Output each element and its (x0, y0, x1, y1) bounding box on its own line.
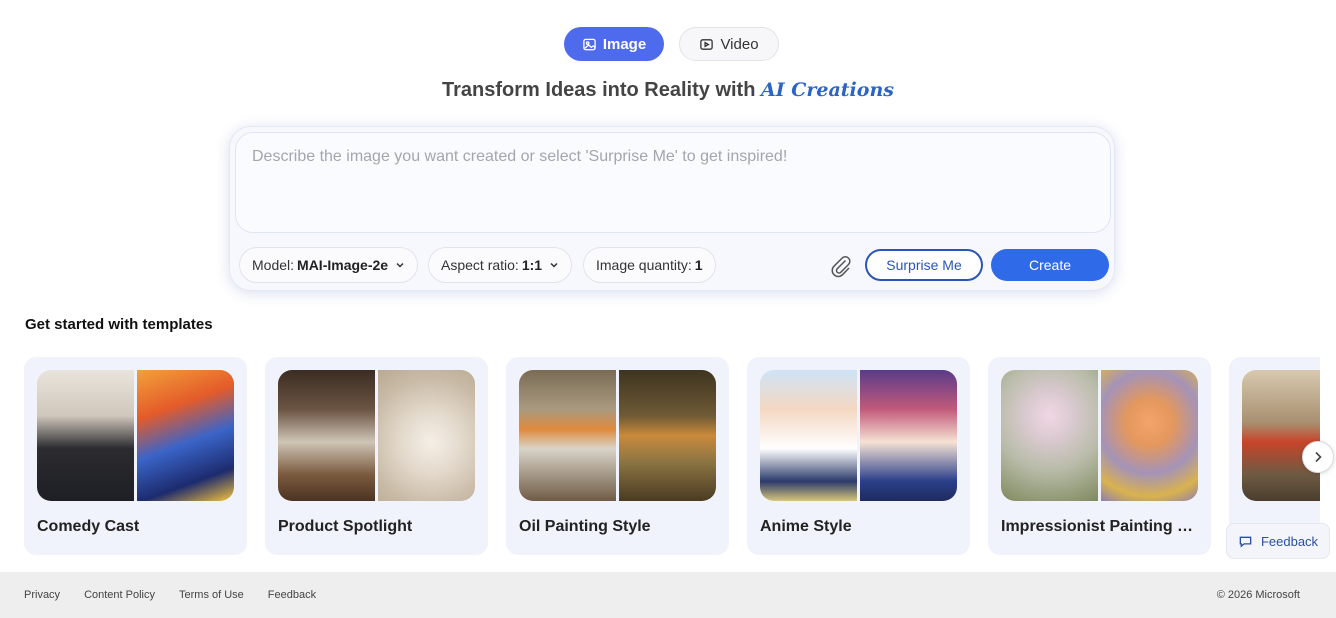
page: Image Video Transform Ideas into Reality… (0, 0, 1336, 618)
template-label: Product Spotlight (278, 518, 413, 535)
template-card-comedy-cast[interactable]: Comedy Cast (24, 357, 247, 555)
footer-links: Privacy Content Policy Terms of Use Feed… (24, 589, 316, 601)
video-icon (700, 38, 714, 50)
templates-title: Get started with templates (25, 316, 213, 333)
model-selector[interactable]: Model: MAI-Image-2e (239, 247, 419, 283)
carousel-next-button[interactable] (1302, 441, 1334, 473)
chevron-down-icon (550, 262, 558, 268)
footer-link-terms[interactable]: Terms of Use (179, 589, 244, 601)
footer: Privacy Content Policy Terms of Use Feed… (0, 572, 1336, 618)
video-mode-button[interactable]: Video (679, 27, 779, 61)
aspect-ratio-selector[interactable]: Aspect ratio: 1:1 (428, 247, 573, 283)
quantity-label: Image quantity: (596, 257, 692, 273)
template-thumbnail (1001, 370, 1198, 501)
chat-bubble-icon (1239, 536, 1252, 548)
create-button[interactable]: Create (991, 249, 1109, 281)
aspect-label: Aspect ratio: (441, 257, 519, 273)
feedback-button[interactable]: Feedback (1226, 523, 1330, 559)
template-image (1001, 370, 1098, 501)
footer-link-privacy[interactable]: Privacy (24, 589, 60, 601)
template-image (619, 370, 716, 501)
headline-text: Transform Ideas into Reality with (442, 79, 761, 101)
prompt-input[interactable] (252, 148, 1094, 217)
prompt-card: Model: MAI-Image-2e Aspect ratio: 1:1 Im… (229, 126, 1115, 291)
template-image (760, 370, 857, 501)
template-image (1242, 370, 1320, 501)
template-label: Impressionist Painting St... (1001, 518, 1201, 535)
templates-carousel: Comedy Cast Product Spotlight Oil Painti… (24, 357, 1320, 557)
surprise-me-button[interactable]: Surprise Me (865, 249, 983, 281)
quantity-value: 1 (694, 257, 703, 273)
footer-copyright: © 2026 Microsoft (1216, 589, 1300, 601)
template-label: Anime Style (760, 518, 852, 535)
template-card-product-spotlight[interactable]: Product Spotlight (265, 357, 488, 555)
paperclip-icon[interactable] (829, 254, 853, 278)
chevron-down-icon (396, 262, 404, 268)
image-mode-label: Image (602, 35, 647, 53)
video-mode-label: Video (720, 35, 759, 53)
template-label: Comedy Cast (37, 518, 140, 535)
chevron-right-icon (1315, 451, 1322, 463)
image-icon (583, 38, 596, 50)
footer-link-feedback[interactable]: Feedback (268, 589, 316, 601)
template-thumbnail (760, 370, 957, 501)
template-image (137, 370, 234, 501)
template-thumbnail (1242, 370, 1320, 501)
template-label: Oil Painting Style (519, 518, 651, 535)
mode-toggle: Image Video (564, 27, 779, 61)
template-image (37, 370, 134, 501)
image-quantity-selector[interactable]: Image quantity: 1 (583, 247, 716, 283)
template-card-impressionist[interactable]: Impressionist Painting St... (988, 357, 1211, 555)
image-mode-button[interactable]: Image (564, 27, 664, 61)
template-image (378, 370, 475, 501)
aspect-value: 1:1 (521, 257, 543, 273)
model-label: Model: (252, 257, 295, 273)
template-thumbnail (37, 370, 234, 501)
template-thumbnail (278, 370, 475, 501)
template-card-oil-painting[interactable]: Oil Painting Style (506, 357, 729, 555)
model-value: MAI-Image-2e (297, 257, 389, 273)
template-thumbnail (519, 370, 716, 501)
template-image (1101, 370, 1198, 501)
feedback-label: Feedback (1260, 533, 1319, 549)
template-image (278, 370, 375, 501)
page-headline: Transform Ideas into Reality with AI Cre… (0, 79, 1336, 102)
footer-link-content-policy[interactable]: Content Policy (84, 589, 155, 601)
prompt-area (235, 132, 1111, 233)
template-image (860, 370, 957, 501)
template-card-anime-style[interactable]: Anime Style (747, 357, 970, 555)
template-image (519, 370, 616, 501)
headline-accent: AI Creations (761, 79, 894, 101)
